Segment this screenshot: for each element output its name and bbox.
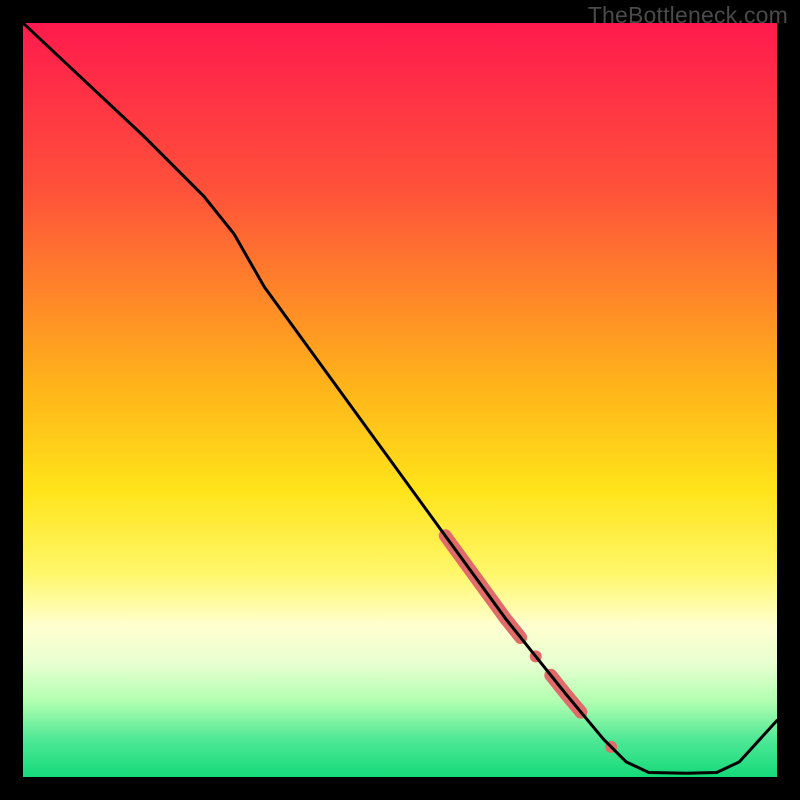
- chart-svg: [23, 23, 777, 777]
- watermark-text: TheBottleneck.com: [588, 2, 788, 29]
- plot-area: [23, 23, 777, 777]
- chart-background: [23, 23, 777, 777]
- chart-frame: TheBottleneck.com: [0, 0, 800, 800]
